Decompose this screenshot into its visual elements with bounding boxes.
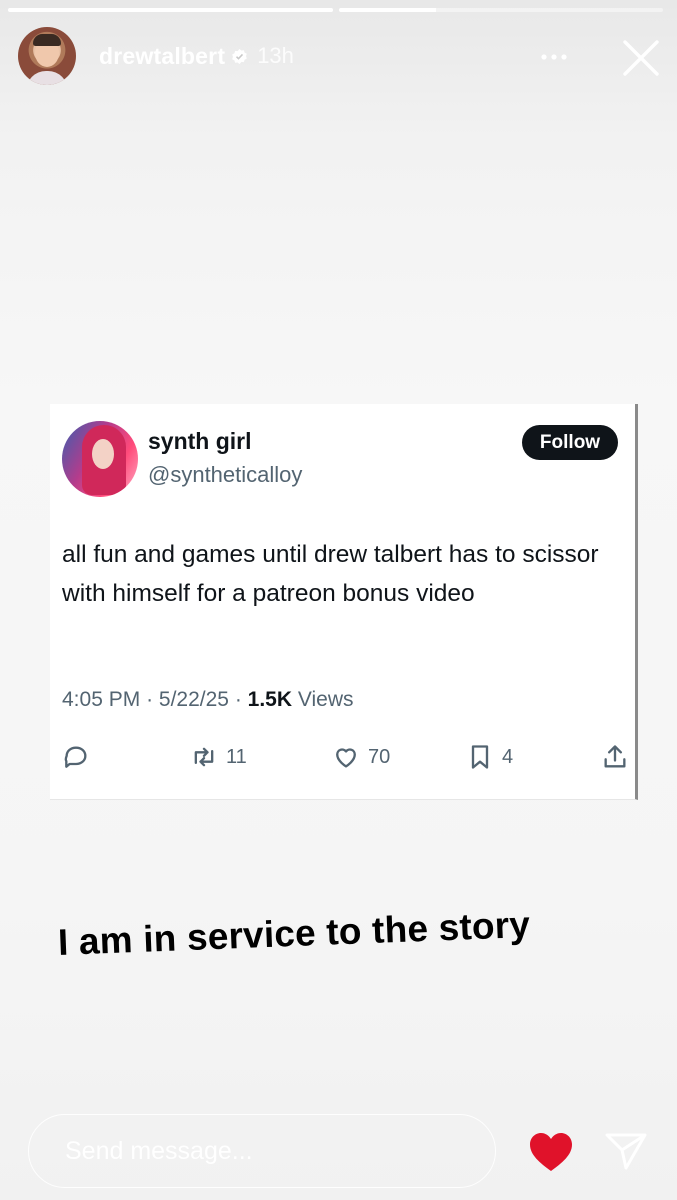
user-avatar[interactable] [18,27,76,85]
share-icon [604,745,626,768]
reply-button[interactable] [62,740,90,774]
bookmark-button[interactable]: 4 [466,740,513,774]
send-icon[interactable] [604,1131,648,1171]
tweet-author-name[interactable]: synth girl [148,428,252,455]
meta-separator: · [146,688,154,711]
story-progress-segment-2 [338,8,663,12]
close-icon[interactable] [621,38,661,78]
tweet-views-count: 1.5K [247,688,293,711]
verified-badge-icon [232,48,247,64]
heart-icon[interactable] [528,1131,574,1173]
retweet-icon [194,747,214,767]
send-message-input[interactable] [28,1114,496,1188]
like-button[interactable]: 70 [332,740,390,774]
story-progress-segment-1 [8,8,333,12]
tweet-text: all fun and games until drew talbert has… [62,541,599,607]
story-progress-bars [8,8,663,12]
story-viewer: drewtalbert 13h synth girl @syntheticall… [0,0,677,1200]
tweet-author-avatar[interactable] [62,421,138,497]
tweet-actions: 11 70 4 [50,740,635,774]
retweet-count: 11 [226,745,247,768]
follow-button[interactable]: Follow [522,425,618,460]
like-count: 70 [368,745,391,768]
retweet-button[interactable]: 11 [190,740,247,774]
tweet-metadata: 4:05 PM · 5/22/25 · 1.5K Views [62,688,354,712]
username[interactable]: drewtalbert [99,43,225,70]
post-time: 13h [257,43,294,68]
tweet-views-label: Views [297,688,354,711]
heart-outline-icon [336,748,356,768]
story-header: drewtalbert 13h [18,26,661,86]
more-options-icon[interactable] [537,47,571,67]
share-button[interactable] [601,740,629,774]
story-caption: I am in service to the story [57,903,531,963]
reply-icon [64,746,87,768]
tweet-time: 4:05 PM [62,688,141,711]
bookmark-count: 4 [502,745,514,768]
tweet-card[interactable]: synth girl @syntheticalloy Follow all fu… [50,404,638,800]
tweet-date: 5/22/25 [158,688,229,711]
bookmark-icon [471,745,489,769]
tweet-author-handle[interactable]: @syntheticalloy [148,462,302,488]
meta-separator: · [234,688,242,711]
